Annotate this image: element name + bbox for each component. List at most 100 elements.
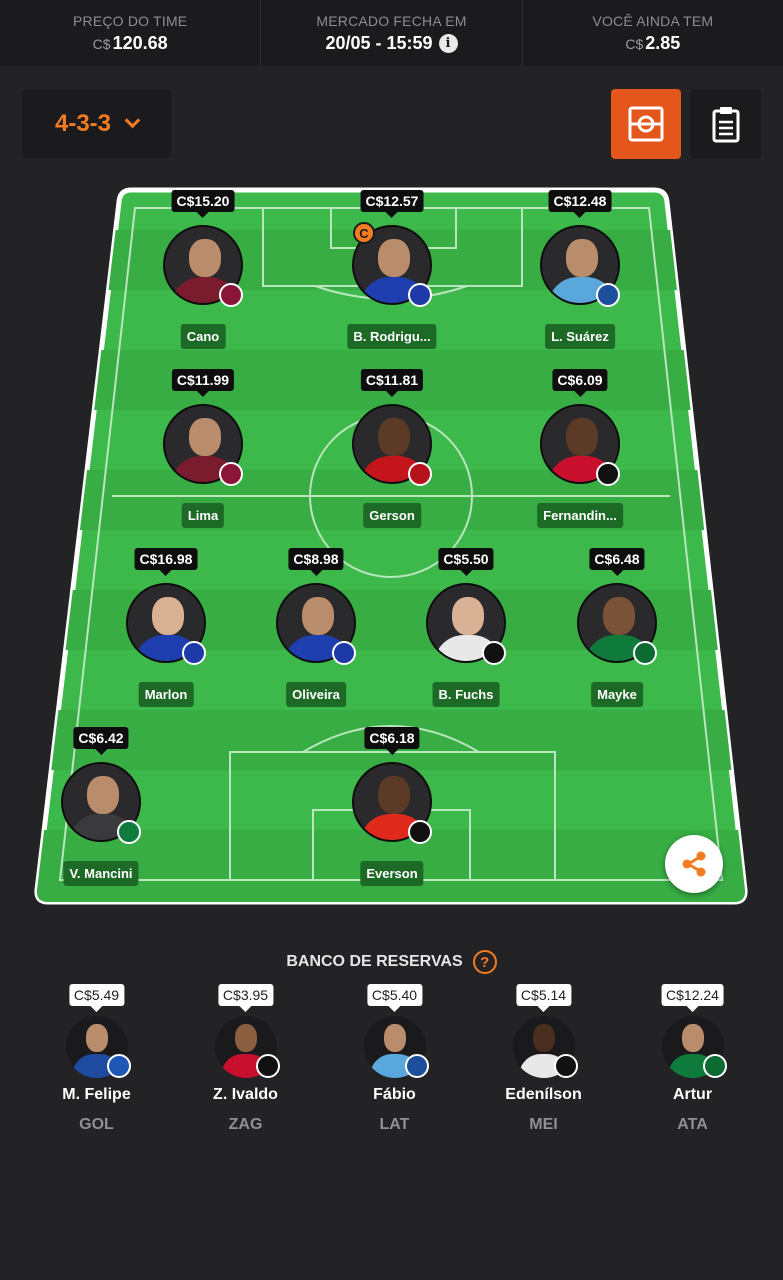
player-price: C$6.18 — [364, 727, 420, 755]
captain-badge: C — [353, 222, 375, 244]
bench-header: BANCO DE RESERVAS ? — [0, 950, 783, 974]
bench-player[interactable]: C$5.14 Edenílson MEI — [469, 982, 618, 1142]
player-name: Lima — [181, 503, 225, 528]
help-icon[interactable]: ? — [472, 950, 497, 974]
player-price: C$12.57 — [360, 190, 424, 218]
bench-player-price: C$5.49 — [68, 984, 125, 1012]
bench-player-name: M. Felipe — [62, 1086, 131, 1103]
club-crest-icon — [408, 820, 432, 844]
field-view-button[interactable] — [611, 89, 681, 159]
bench-player[interactable]: C$5.40 Fábio LAT — [320, 982, 469, 1142]
player-card[interactable]: C$16.98 Marlon — [96, 548, 236, 707]
player-price: C$16.98 — [134, 548, 198, 576]
bench-player-name: Z. Ivaldo — [213, 1086, 278, 1103]
player-card[interactable]: C$12.57 C B. Rodrigu... — [322, 190, 462, 349]
balance-value: 2.85 — [645, 32, 681, 53]
bench-player-name: Edenílson — [505, 1086, 582, 1103]
player-name: Mayke — [591, 682, 643, 707]
info-icon[interactable]: i — [438, 33, 458, 53]
bench-player-position: ZAG — [228, 1116, 263, 1133]
player-price: C$6.48 — [589, 548, 645, 576]
player-name: Oliveira — [286, 682, 346, 707]
club-crest-icon — [332, 641, 356, 665]
club-crest-icon — [408, 462, 432, 486]
balance-label: VOCÊ AINDA TEM — [592, 12, 714, 29]
chevron-down-icon — [124, 112, 141, 129]
club-crest-icon — [702, 1054, 727, 1078]
formation-value: 4-3-3 — [54, 109, 112, 137]
club-crest-icon — [255, 1054, 280, 1078]
club-crest-icon — [482, 641, 506, 665]
bench-player[interactable]: C$5.49 M. Felipe GOL — [22, 982, 171, 1142]
coach-card[interactable]: C$6.42 V. Mancini — [31, 727, 171, 886]
player-price: C$5.50 — [438, 548, 494, 576]
bench-player-price: C$5.40 — [366, 984, 423, 1012]
bench-player-name: Artur — [672, 1086, 713, 1103]
player-card[interactable]: C$15.20 Cano — [133, 190, 273, 349]
club-crest-icon — [219, 283, 243, 307]
bench-player-position: GOL — [79, 1116, 114, 1133]
player-card[interactable]: C$6.09 Fernandin... — [510, 369, 650, 528]
bench-player-position: LAT — [379, 1116, 410, 1133]
player-card[interactable]: C$11.99 Lima — [133, 369, 273, 528]
club-crest-icon — [117, 820, 141, 844]
player-price: C$11.99 — [171, 369, 235, 397]
club-crest-icon — [182, 641, 206, 665]
formation-dropdown[interactable]: 4-3-3 — [22, 89, 171, 158]
team-price-value: 120.68 — [112, 32, 168, 53]
player-card[interactable]: C$5.50 B. Fuchs — [396, 548, 536, 707]
club-crest-icon — [219, 462, 243, 486]
club-crest-icon — [596, 462, 620, 486]
club-crest-icon — [596, 283, 620, 307]
player-price: C$6.09 — [552, 369, 608, 397]
player-name: B. Rodrigu... — [347, 324, 437, 349]
header-bar: PREÇO DO TIME C$ 120.68 MERCADO FECHA EM … — [0, 0, 783, 66]
player-name: Marlon — [138, 682, 194, 707]
player-price: C$12.48 — [548, 190, 612, 218]
player-name: Cano — [180, 324, 226, 349]
player-name: Everson — [360, 861, 424, 886]
player-name: B. Fuchs — [432, 682, 500, 707]
player-name: L. Suárez — [545, 324, 615, 349]
player-card[interactable]: C$11.81 Gerson — [322, 369, 462, 528]
bench-title: BANCO DE RESERVAS — [286, 953, 463, 970]
club-crest-icon — [106, 1054, 131, 1078]
list-view-button[interactable] — [690, 89, 761, 159]
bench-player-name: Fábio — [373, 1086, 416, 1103]
market-value: 20/05 - 15:59 — [325, 32, 433, 53]
player-card[interactable]: C$6.18 Everson — [322, 727, 462, 886]
club-crest-icon — [408, 283, 432, 307]
balance-currency: C$ — [625, 35, 644, 52]
bench-player-price: C$3.95 — [217, 984, 274, 1012]
bench-player[interactable]: C$12.24 Artur ATA — [618, 982, 767, 1142]
team-price-block: PREÇO DO TIME C$ 120.68 — [0, 0, 262, 66]
player-price: C$11.81 — [360, 369, 424, 397]
player-price: C$8.98 — [288, 548, 344, 576]
bench-list: C$5.49 M. Felipe GOL C$3.95 Z. Ivaldo ZA… — [22, 982, 767, 1142]
bench-player-price: C$12.24 — [661, 984, 724, 1012]
balance-block: VOCÊ AINDA TEM C$ 2.85 — [523, 0, 783, 66]
bench-player-price: C$5.14 — [515, 984, 572, 1012]
club-crest-icon — [553, 1054, 578, 1078]
clipboard-icon — [712, 107, 739, 143]
balance: C$ 2.85 — [625, 33, 680, 54]
player-name: V. Mancini — [63, 861, 139, 886]
pitch-icon — [628, 106, 664, 142]
player-name: Gerson — [363, 503, 421, 528]
player-card[interactable]: C$12.48 L. Suárez — [510, 190, 650, 349]
club-crest-icon — [633, 641, 657, 665]
player-name: Fernandin... — [537, 503, 623, 528]
player-card[interactable]: C$8.98 Oliveira — [246, 548, 386, 707]
bench-player-position: MEI — [529, 1116, 558, 1133]
bench-player[interactable]: C$3.95 Z. Ivaldo ZAG — [171, 982, 320, 1142]
market-close: 20/05 - 15:59 i — [325, 32, 458, 54]
player-price: C$15.20 — [171, 190, 235, 218]
team-price-currency: C$ — [92, 35, 111, 52]
share-button[interactable] — [665, 835, 723, 893]
team-price-label: PREÇO DO TIME — [72, 12, 188, 29]
market-block: MERCADO FECHA EM 20/05 - 15:59 i — [261, 0, 523, 66]
player-card[interactable]: C$6.48 Mayke — [547, 548, 687, 707]
club-crest-icon — [404, 1054, 429, 1078]
share-icon — [682, 851, 706, 877]
bench-player-position: ATA — [677, 1116, 708, 1133]
